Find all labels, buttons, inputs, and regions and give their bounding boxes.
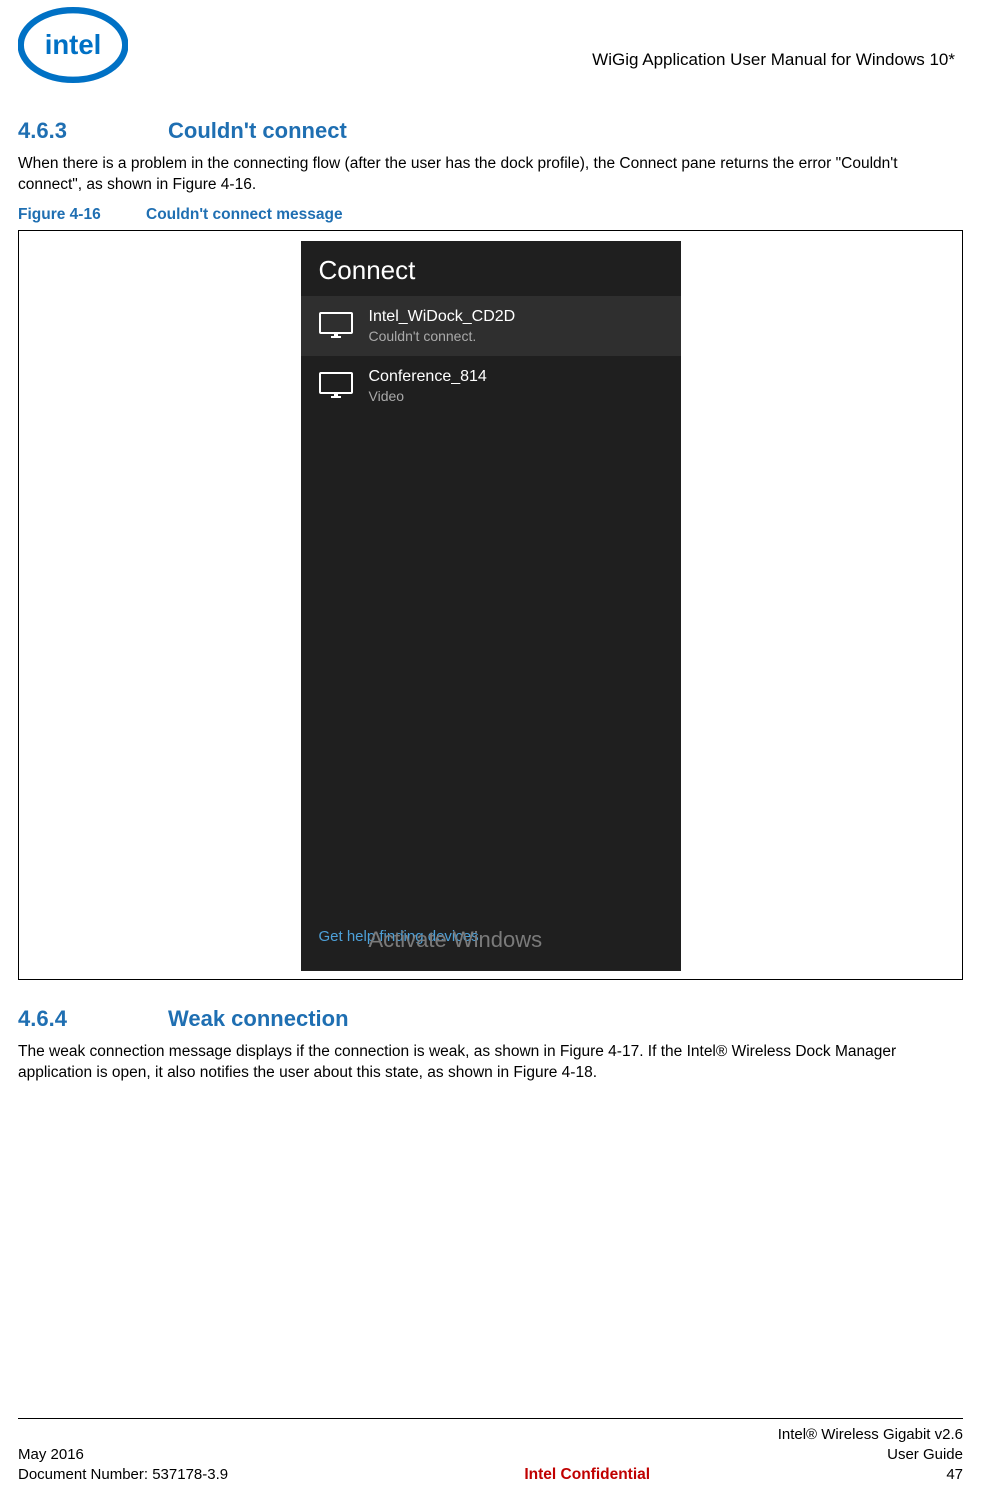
figure-number: Figure 4-16 [18, 206, 128, 224]
device-name: Intel_WiDock_CD2D [369, 308, 516, 326]
footer-product: Intel® Wireless Gigabit v2.6 [778, 1425, 963, 1445]
section-number: 4.6.3 [18, 118, 108, 144]
device-item-conference[interactable]: Conference_814 Video [301, 356, 681, 416]
monitor-icon [319, 312, 353, 340]
figure-4-16-frame: Connect Intel_WiDock_CD2D Couldn't conne… [18, 230, 963, 980]
figure-title: Couldn't connect message [146, 206, 343, 224]
section-4-6-4-heading: 4.6.4 Weak connection [18, 1006, 963, 1032]
footer-page-number: 47 [946, 1465, 963, 1486]
section-4-6-3-body: When there is a problem in the connectin… [18, 154, 963, 196]
intel-logo: intel [18, 6, 128, 84]
page-footer: Intel® Wireless Gigabit v2.6 May 2016 Us… [18, 1418, 963, 1486]
connect-pane: Connect Intel_WiDock_CD2D Couldn't conne… [301, 241, 681, 971]
doc-header-title: WiGig Application User Manual for Window… [592, 50, 955, 70]
footer-confidential: Intel Confidential [524, 1465, 650, 1486]
section-4-6-3-heading: 4.6.3 Couldn't connect [18, 118, 963, 144]
device-status: Couldn't connect. [369, 328, 516, 344]
device-text: Intel_WiDock_CD2D Couldn't connect. [369, 308, 516, 344]
connect-pane-title: Connect [301, 241, 681, 296]
device-text: Conference_814 Video [369, 368, 487, 404]
device-item-widock[interactable]: Intel_WiDock_CD2D Couldn't connect. [301, 296, 681, 356]
section-title: Weak connection [168, 1006, 349, 1032]
monitor-icon [319, 372, 353, 400]
device-name: Conference_814 [369, 368, 487, 386]
svg-text:intel: intel [45, 29, 102, 60]
footer-date: May 2016 [18, 1445, 84, 1465]
footer-divider [18, 1418, 963, 1419]
section-title: Couldn't connect [168, 118, 347, 144]
device-status: Video [369, 388, 487, 404]
footer-doc-type: User Guide [887, 1445, 963, 1465]
figure-4-16-caption: Figure 4-16 Couldn't connect message [18, 206, 963, 224]
activate-windows-watermark: Activate Windows [369, 927, 543, 953]
section-4-6-4-body: The weak connection message displays if … [18, 1042, 963, 1084]
footer-docnum: Document Number: 537178-3.9 [18, 1465, 228, 1486]
page-header: intel WiGig Application User Manual for … [18, 0, 963, 92]
section-number: 4.6.4 [18, 1006, 108, 1032]
